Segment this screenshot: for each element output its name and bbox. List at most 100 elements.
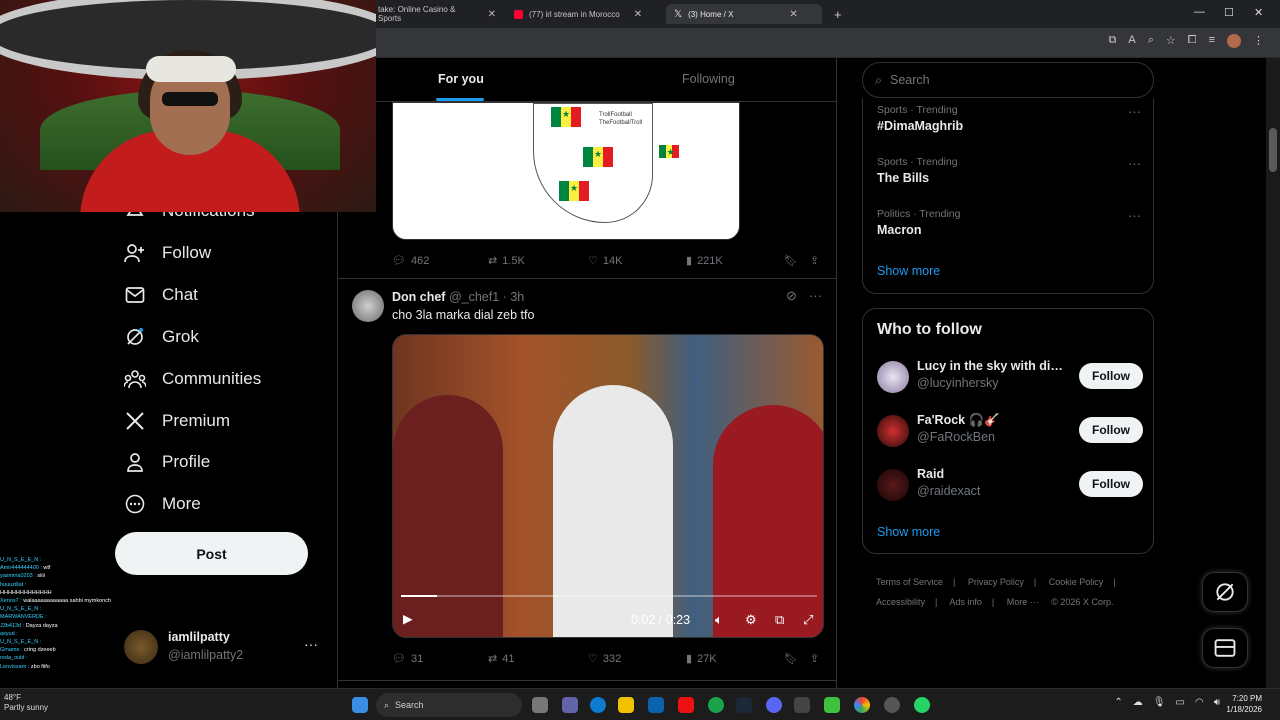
views-button[interactable]: ▮ 221K [686,254,723,268]
sidebar-item-premium[interactable]: Premium [124,406,230,436]
more-icon[interactable]: ··· [1128,208,1141,223]
settings-icon[interactable]: ⚙ [745,612,757,628]
follow-suggestion[interactable]: Fa'Rock 🎧🎸 @FaRockBen Follow [877,413,1143,453]
chat-username: Amir444444400 : [0,565,42,572]
follow-suggestion[interactable]: Raid @raidexact Follow [877,467,1143,507]
scrollbar-thumb[interactable] [1269,128,1277,172]
task-view-icon[interactable] [532,697,548,713]
sidebar-item-communities[interactable]: Communities [124,364,261,394]
close-icon[interactable]: ✕ [634,9,642,20]
sidebar-item-profile[interactable]: Profile [124,447,210,477]
sidebar-item-follow[interactable]: Follow [124,238,211,268]
play-icon[interactable]: ▶ [403,611,413,626]
browser-tab-active[interactable]: 𝕏 (3) Home / X ✕ [666,4,822,24]
sidebar-item-chat[interactable]: Chat [124,280,198,310]
play-app-icon[interactable] [824,697,840,713]
grok-fab-button[interactable] [1202,572,1248,612]
tab-following[interactable]: Following [682,72,735,86]
close-icon[interactable]: ✕ [488,9,496,20]
show-more-link[interactable]: Show more [877,525,940,539]
tab-for-you[interactable]: For you [438,72,484,86]
monitor-icon[interactable]: ▭ [1176,697,1185,708]
discord-icon[interactable] [766,697,782,713]
more-icon[interactable]: ··· [1128,156,1141,171]
share-icon[interactable]: ⇪ [810,254,819,267]
page-scrollbar[interactable] [1266,58,1280,688]
follow-suggestion[interactable]: Lucy in the sky with dia... @lucyinhersk… [877,359,1143,399]
pip-icon[interactable]: ⧉ [775,612,784,628]
volume-icon[interactable]: 🔈︎ [715,612,723,628]
trend-item[interactable]: Politics · Trending Macron ··· [877,208,1141,237]
wifi-icon[interactable]: ◠ [1195,697,1204,708]
file-explorer-icon[interactable] [618,697,634,713]
trend-item[interactable]: Sports · Trending #DimaMaghrib ··· [877,104,1141,133]
more-icon[interactable]: ··· [304,636,318,652]
follow-button[interactable]: Follow [1079,417,1143,443]
taskbar-search[interactable]: ⌕ Search [376,693,522,717]
repost-button[interactable]: ⇄ 1.5K [488,254,525,268]
extensions-icon[interactable]: ⧠ [1188,34,1197,48]
chevron-up-icon[interactable]: ⌃ [1114,697,1122,708]
browser-tab[interactable]: (77) irl stream in Morocco ✕ [506,4,666,24]
views-button[interactable]: ▮ 27K [686,652,717,666]
bookmark-star-icon[interactable]: ☆ [1166,34,1176,48]
show-more-link[interactable]: Show more [877,264,940,278]
grok-icon[interactable]: ⊘ [786,288,797,304]
maximize-icon[interactable]: ☐ [1224,6,1234,19]
bookmark-icon[interactable]: 🔖︎ [784,652,798,665]
whatsapp-icon[interactable] [914,697,930,713]
menu-icon[interactable]: ⋮ [1253,34,1264,48]
settings-icon[interactable] [884,697,900,713]
clock[interactable]: 7:20 PM 1/18/2026 [1226,693,1262,715]
reply-button[interactable]: 💬︎ 462 [392,254,429,268]
like-button[interactable]: ♡ 14K [588,254,622,268]
repost-button[interactable]: ⇄ 41 [488,652,514,666]
teams-icon[interactable] [562,697,578,713]
fullscreen-icon[interactable]: ⤢ [803,612,813,628]
bookmark-icon[interactable]: 🔖︎ [784,254,798,267]
author-handle[interactable]: @_chef1 [449,290,499,304]
more-icon[interactable]: ··· [1128,104,1141,119]
post-time[interactable]: · 3h [503,290,525,304]
new-tab-button[interactable]: + [826,4,850,24]
follow-button[interactable]: Follow [1079,363,1143,389]
video-player[interactable]: ▶ 0:02 / 0:23 🔈︎ ⚙ ⧉ ⤢ [392,334,824,638]
reply-button[interactable]: 💬︎ 31 [392,652,423,666]
translate-icon[interactable]: A [1128,34,1135,48]
app-icon[interactable] [794,697,810,713]
avatar[interactable] [352,290,384,322]
sidebar-item-more[interactable]: More [124,489,201,519]
sidebar-item-grok[interactable]: Grok [124,322,199,352]
account-switcher[interactable]: iamlilpatty @iamlilpatty2 ··· [124,628,324,668]
cast-icon[interactable]: ⧉ [1109,34,1117,48]
search-input[interactable]: ⌕ Search [862,62,1154,98]
volume-icon[interactable]: 🔊︎ [1214,697,1220,708]
post-button[interactable]: Post [115,532,308,575]
outlook-icon[interactable] [648,697,664,713]
like-button[interactable]: ♡ 332 [588,652,621,666]
windows-start-icon[interactable] [352,697,368,713]
steam-icon[interactable] [736,697,752,713]
cloud-icon[interactable]: ☁ [1133,697,1143,708]
media-icon[interactable]: ≡ [1209,34,1215,48]
zoom-icon[interactable]: ⌕ [1148,34,1154,48]
trend-item[interactable]: Sports · Trending The Bills ··· [877,156,1141,185]
youtube-icon[interactable] [678,697,694,713]
chrome-icon[interactable] [854,697,870,713]
profile-avatar[interactable] [1227,34,1241,48]
microphone-icon[interactable]: 🎙︎ [1153,697,1166,708]
close-icon[interactable]: ✕ [789,9,797,20]
messages-fab-button[interactable] [1202,628,1248,668]
edge-icon[interactable] [590,697,606,713]
post-image[interactable]: TrollFootball TheFootballTroll [392,102,740,240]
close-window-icon[interactable]: ✕ [1254,6,1263,19]
browser-tab[interactable]: take: Online Casino & Sports ✕ [370,4,504,24]
follow-button[interactable]: Follow [1079,471,1143,497]
weather-widget[interactable]: 48°F Partly sunny [4,693,48,713]
video-progress-bar[interactable] [401,595,817,597]
author-name[interactable]: Don chef [392,290,445,304]
more-icon[interactable]: ··· [809,288,822,304]
minimize-icon[interactable]: — [1194,6,1205,18]
xbox-icon[interactable] [708,697,724,713]
share-icon[interactable]: ⇪ [810,652,819,665]
